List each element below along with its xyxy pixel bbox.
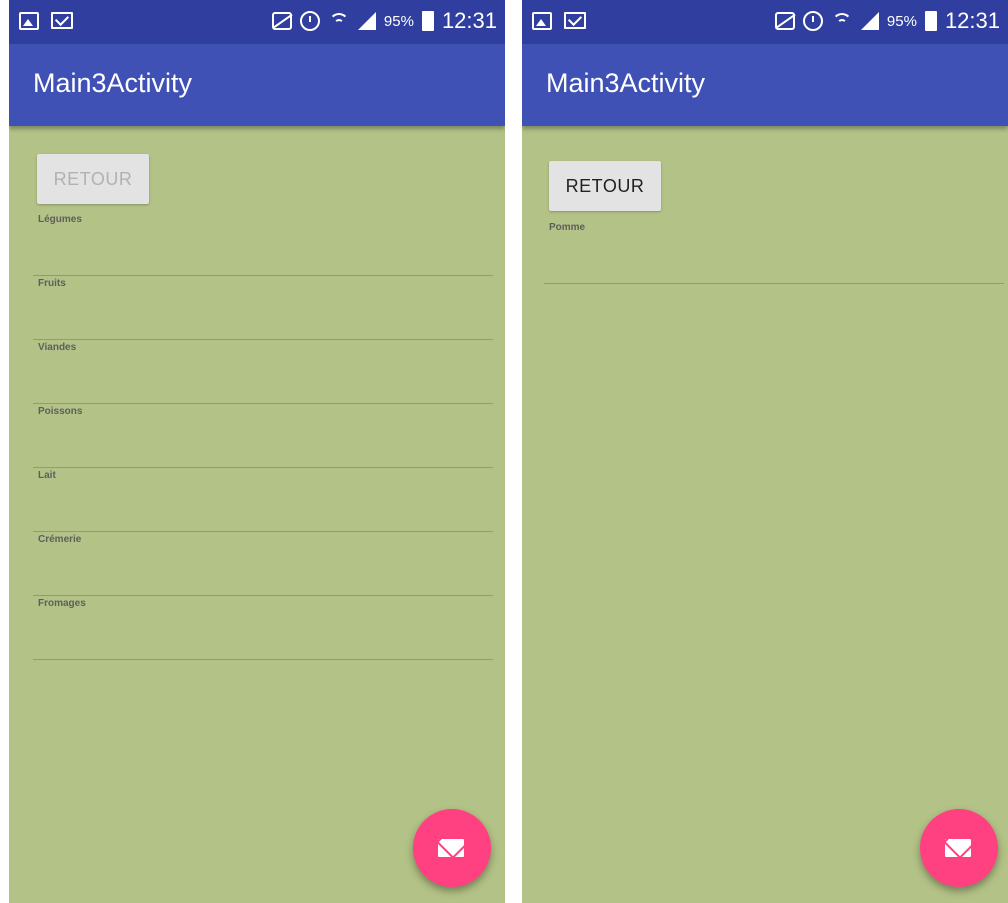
divider <box>33 659 493 660</box>
list-item-lait[interactable]: Lait <box>33 468 493 532</box>
list-item-label: Viandes <box>38 342 77 353</box>
category-list: Légumes Fruits Viandes Poissons Lait Cré… <box>33 212 493 660</box>
mail-icon <box>51 12 73 29</box>
list-item-poissons[interactable]: Poissons <box>33 404 493 468</box>
signal-icon <box>860 12 879 30</box>
alarm-icon <box>299 11 320 31</box>
status-right: 95% 12:31 <box>271 8 497 34</box>
mute-icon <box>271 12 292 30</box>
clock: 12:31 <box>441 8 497 33</box>
app-bar: Main3Activity <box>522 44 1008 126</box>
list-item-label: Fromages <box>38 598 86 609</box>
envelope-icon <box>438 839 464 857</box>
screen-left: 95% 12:31 Main3Activity RETOUR Légumes F… <box>9 0 505 903</box>
status-left-icons <box>532 12 586 30</box>
list-item-cremerie[interactable]: Crémerie <box>33 532 493 596</box>
list-item-legumes[interactable]: Légumes <box>33 212 493 276</box>
divider <box>544 283 1004 284</box>
status-bar: 95% 12:31 <box>9 0 505 44</box>
list-item-label: Lait <box>38 470 56 481</box>
list-item-label: Poissons <box>38 406 83 417</box>
list-item-pomme[interactable]: Pomme <box>544 220 1004 284</box>
status-bar: 95% 12:31 <box>522 0 1008 44</box>
app-title: Main3Activity <box>546 68 706 98</box>
status-right: 95% 12:31 <box>774 8 1000 34</box>
clock: 12:31 <box>944 8 1000 33</box>
battery-icon <box>924 11 937 31</box>
fab-email-button[interactable] <box>413 809 491 887</box>
list-item-label: Légumes <box>38 214 82 225</box>
alarm-icon <box>802 11 823 31</box>
wifi-icon <box>831 11 853 31</box>
list-item-viandes[interactable]: Viandes <box>33 340 493 404</box>
gallery-icon <box>19 12 39 30</box>
gallery-icon <box>532 12 552 30</box>
battery-percent: 95% <box>886 12 917 30</box>
list-item-label: Pomme <box>549 222 586 233</box>
item-list: Pomme <box>544 220 1004 284</box>
mail-icon <box>564 12 586 29</box>
list-item-fromages[interactable]: Fromages <box>33 596 493 660</box>
status-left-icons <box>19 12 73 30</box>
wifi-icon <box>328 11 350 31</box>
fab-email-button[interactable] <box>920 809 998 887</box>
app-bar: Main3Activity <box>9 44 505 126</box>
screen-right: 95% 12:31 Main3Activity RETOUR Pomme <box>522 0 1008 903</box>
list-item-label: Fruits <box>38 278 66 289</box>
list-item-fruits[interactable]: Fruits <box>33 276 493 340</box>
retour-button[interactable]: RETOUR <box>37 154 149 204</box>
mute-icon <box>774 12 795 30</box>
signal-icon <box>357 12 376 30</box>
app-title: Main3Activity <box>33 68 193 98</box>
battery-icon <box>421 11 434 31</box>
retour-button[interactable]: RETOUR <box>549 161 661 211</box>
battery-percent: 95% <box>383 12 414 30</box>
envelope-icon <box>945 839 971 857</box>
list-item-label: Crémerie <box>38 534 82 545</box>
